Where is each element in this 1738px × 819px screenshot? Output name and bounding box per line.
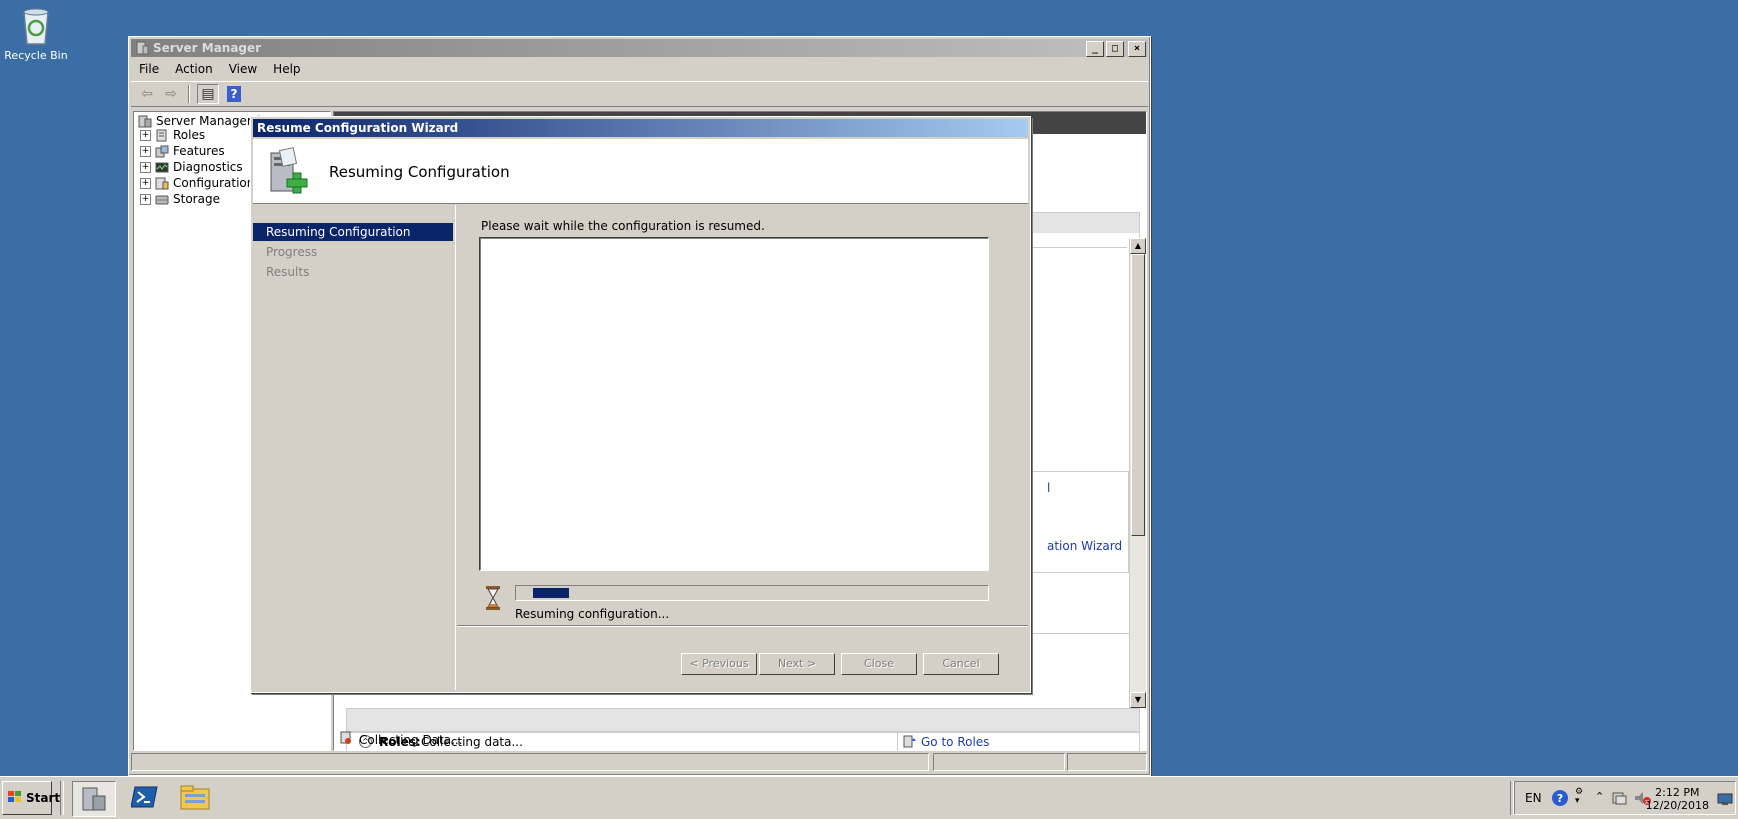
collecting-data-status: Collecting Data...: [339, 731, 463, 748]
tree-item-features[interactable]: + Features: [140, 144, 225, 158]
tree-item-label: Storage: [173, 192, 220, 206]
task-link-partial[interactable]: l: [1047, 481, 1050, 495]
tree-item-label: Diagnostics: [173, 160, 243, 174]
wizard-step-resuming-configuration[interactable]: Resuming Configuration: [253, 223, 453, 241]
recycle-bin-label: Recycle Bin: [4, 49, 68, 62]
tree-item-storage[interactable]: + Storage: [140, 192, 220, 206]
wizard-button-separator: [457, 625, 1028, 627]
tree-item-diagnostics[interactable]: + Diagnostics: [140, 160, 243, 174]
storage-icon: [155, 193, 169, 206]
svg-text:?: ?: [1557, 792, 1563, 805]
close-wizard-button[interactable]: Close: [841, 653, 917, 675]
server-manager-app-icon: [135, 41, 149, 60]
taskbar-file-explorer[interactable]: [174, 781, 216, 815]
maximize-button[interactable]: □: [1106, 41, 1124, 57]
status-bar: [131, 753, 1147, 771]
wizard-instruction: Please wait while the configuration is r…: [481, 219, 765, 233]
help-tray-icon[interactable]: ?: [1551, 789, 1569, 810]
clock-time: 2:12 PM: [1655, 786, 1700, 799]
menu-help[interactable]: Help: [265, 62, 308, 76]
loading-icon: [339, 731, 353, 748]
expand-icon[interactable]: +: [140, 145, 151, 157]
diagnostics-icon: [155, 161, 169, 174]
roles-row: ^ Roles: Collecting data... Go to Roles: [346, 732, 1140, 751]
windows-logo-icon: [7, 790, 23, 807]
go-to-roles-link[interactable]: Go to Roles: [921, 735, 989, 749]
go-to-roles-icon: [903, 735, 917, 751]
tree-item-configuration[interactable]: + Configuration: [140, 176, 254, 190]
wizard-step-results[interactable]: Results: [253, 263, 453, 281]
server-manager-titlebar[interactable]: Server Manager _ □ ×: [131, 39, 1148, 57]
configuration-log-box[interactable]: [479, 237, 989, 571]
taskbar-server-manager[interactable]: [72, 781, 116, 817]
server-icon: [138, 115, 152, 128]
resume-progress-fill: [533, 588, 569, 598]
system-tray: EN ? ⚙ ▾ ⌃ x 2:12 PM 12/20/2018: [1514, 781, 1736, 815]
roles-icon: [155, 129, 169, 142]
server-add-icon: [265, 147, 313, 198]
resume-configuration-wizard: Resume Configuration Wizard Resuming Con…: [250, 116, 1031, 693]
wizard-header-title: Resuming Configuration: [329, 163, 510, 181]
tree-item-label: Features: [173, 144, 225, 158]
previous-button[interactable]: < Previous: [681, 653, 757, 675]
scroll-down-arrow[interactable]: ▼: [1130, 692, 1146, 708]
expand-icon[interactable]: +: [140, 177, 151, 189]
recycle-bin-icon: [19, 4, 53, 46]
scroll-thumb[interactable]: [1131, 254, 1145, 536]
status-pane-2: [933, 753, 1065, 771]
features-icon: [155, 145, 169, 158]
taskbar: Start EN ? ⚙ ▾ ⌃ x 2:12 PM 12/20/2018: [0, 776, 1738, 819]
language-indicator[interactable]: EN: [1525, 791, 1542, 805]
show-hidden-icons-icon[interactable]: ⌃: [1595, 790, 1604, 803]
roles-section-header: [346, 708, 1140, 732]
server-manager-taskbar-icon: [79, 784, 109, 815]
tree-item-roles[interactable]: + Roles: [140, 128, 205, 142]
progress-status-text: Resuming configuration...: [515, 607, 670, 621]
tree-item-label: Configuration: [173, 176, 255, 190]
resume-progress-bar: [515, 585, 989, 601]
wizard-main: Please wait while the configuration is r…: [457, 205, 1028, 690]
action-center-icon[interactable]: [1611, 790, 1627, 809]
minimize-button[interactable]: _: [1086, 41, 1104, 57]
menu-action[interactable]: Action: [167, 62, 221, 76]
wizard-step-progress[interactable]: Progress: [253, 243, 453, 261]
show-hide-console-tree-icon[interactable]: ▤: [197, 84, 219, 104]
expand-icon[interactable]: +: [140, 129, 151, 141]
help-icon[interactable]: ?: [227, 86, 241, 102]
recycle-bin[interactable]: Recycle Bin: [4, 4, 68, 62]
menu-file[interactable]: File: [131, 62, 167, 76]
scroll-up-arrow[interactable]: ▲: [1130, 238, 1146, 254]
taskbar-powershell[interactable]: [124, 781, 166, 815]
expand-icon[interactable]: +: [140, 193, 151, 205]
wizard-steps-nav: Resuming Configuration Progress Results: [253, 205, 456, 690]
tree-item-label: Roles: [173, 128, 206, 142]
wizard-header: Resuming Configuration: [253, 139, 1028, 204]
powershell-icon: [130, 785, 159, 812]
cancel-button[interactable]: Cancel: [923, 653, 999, 675]
expand-icon[interactable]: +: [140, 161, 151, 173]
show-desktop-icon[interactable]: [1717, 792, 1733, 809]
start-label: Start: [26, 791, 61, 805]
clock[interactable]: 2:12 PM 12/20/2018: [1646, 786, 1709, 812]
menu-view[interactable]: View: [221, 62, 265, 76]
back-arrow-icon[interactable]: ⇦: [137, 85, 157, 103]
clock-date: 12/20/2018: [1645, 799, 1709, 812]
status-pane-main: [131, 753, 929, 771]
language-options-icon[interactable]: ⚙ ▾: [1575, 788, 1583, 806]
folder-icon: [179, 783, 211, 814]
configuration-icon: [155, 177, 169, 190]
status-pane-3: [1067, 753, 1147, 771]
collecting-data-text: Collecting Data...: [359, 732, 463, 747]
server-manager-title: Server Manager: [153, 41, 262, 55]
hourglass-icon: [485, 585, 501, 611]
wizard-link-partial[interactable]: ation Wizard: [1047, 539, 1122, 553]
toolbar: ⇦ ⇨ ▤ ?: [131, 81, 1148, 107]
details-scrollbar[interactable]: ▲ ▼: [1129, 238, 1146, 708]
close-button[interactable]: ×: [1128, 41, 1146, 57]
next-button[interactable]: Next >: [759, 653, 835, 675]
forward-arrow-icon[interactable]: ⇨: [161, 85, 181, 103]
start-button[interactable]: Start: [2, 781, 60, 815]
menu-bar: File Action View Help: [131, 59, 1148, 79]
wizard-titlebar[interactable]: Resume Configuration Wizard: [253, 119, 1028, 137]
